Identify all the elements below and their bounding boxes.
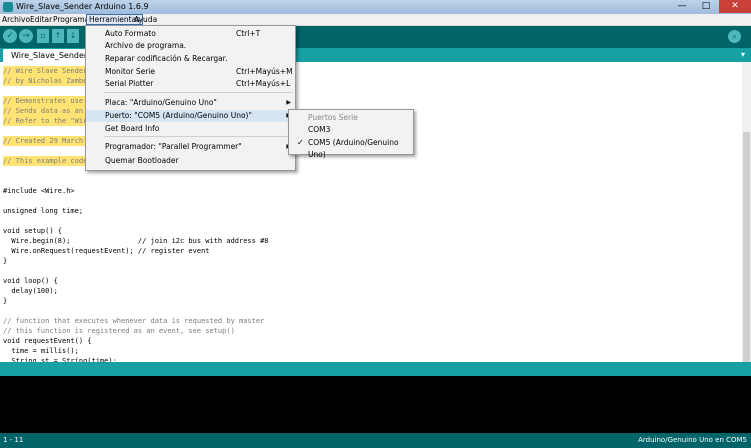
tools-menu-item-label: Serial Plotter	[105, 79, 154, 88]
menu-separator	[104, 136, 293, 137]
new-sketch-button[interactable]: ▫	[37, 29, 49, 43]
tools-menu-item[interactable]: Quemar Bootloader	[86, 155, 295, 167]
port-item-label: COM5 (Arduino/Genuino Uno)	[308, 138, 399, 159]
vertical-scrollbar[interactable]	[742, 62, 751, 414]
verify-button[interactable]: ✓	[3, 29, 17, 43]
save-sketch-button[interactable]: ↓	[67, 29, 79, 43]
status-bar: 1 - 11 Arduino/Genuino Uno en COM5	[0, 433, 751, 448]
tools-menu-item[interactable]: Archivo de programa.	[86, 40, 295, 52]
tools-menu-item-label: Archivo de programa.	[105, 41, 187, 50]
board-port-indicator: Arduino/Genuino Uno en COM5	[638, 436, 747, 444]
code-line: // by Nicholas Zambe	[3, 76, 85, 86]
port-item-com5[interactable]: ✓ COM5 (Arduino/Genuino Uno)	[289, 137, 413, 159]
tools-menu-item-label: Reparar codificación & Recargar.	[105, 54, 228, 63]
arduino-app-icon	[3, 2, 13, 12]
code-line: // Sends data as an	[3, 106, 85, 116]
code-line: // Refer to the "Wir	[3, 116, 85, 126]
tools-menu-shortcut: Ctrl+Mayús+M	[236, 67, 293, 76]
tools-menu-item[interactable]: Serial Plotter Ctrl+Mayús+L	[86, 78, 295, 90]
tools-menu-item-label: Programador: "Parallel Programmer"	[105, 142, 242, 151]
tools-menu-shortcut: Ctrl+T	[236, 29, 261, 38]
code-line: #include <Wire.h>	[3, 187, 75, 195]
code-line: void setup() {	[3, 227, 63, 235]
menu-separator	[104, 92, 293, 93]
tools-menu-item-label: Get Board Info	[105, 124, 160, 133]
code-line: }	[3, 297, 8, 305]
code-line: // Demonstrates use	[3, 96, 85, 106]
submenu-arrow-icon: ▶	[286, 99, 291, 106]
code-line: }	[3, 257, 8, 265]
minimize-button[interactable]: —	[671, 0, 693, 13]
tools-menu-item[interactable]: Puerto: "COM5 (Arduino/Genuino Uno)"▶	[86, 110, 295, 122]
code-line: // Wire Slave Sender	[3, 66, 85, 76]
title-bar: Wire_Slave_Sender Arduino 1.6.9 — □ ✕	[0, 0, 751, 14]
tools-menu-item-label: Placa: "Arduino/Genuino Uno"	[105, 98, 217, 107]
tools-menu-item[interactable]: Reparar codificación & Recargar.	[86, 53, 295, 65]
tab-menu-arrow-icon[interactable]: ▾	[741, 50, 745, 59]
line-number-indicator: 1 - 11	[3, 436, 24, 444]
code-line: delay(100);	[3, 287, 58, 295]
maximize-button[interactable]: □	[695, 0, 717, 13]
tools-menu-item[interactable]: Get Board Info	[86, 123, 295, 135]
tools-menu-item[interactable]: Monitor Serie Ctrl+Mayús+M	[86, 66, 295, 78]
herramientas-dropdown: Auto Formato Ctrl+T Archivo de programa. Re…	[85, 25, 296, 171]
code-line: // Created 29 March	[3, 136, 85, 146]
open-sketch-button[interactable]: ↑	[52, 29, 64, 43]
tools-menu-item[interactable]: Auto Formato Ctrl+T	[86, 28, 295, 40]
port-header-label: Puertos Serie	[308, 113, 358, 122]
code-line: // this function is registered as an eve…	[3, 327, 235, 335]
code-line: void requestEvent() {	[3, 337, 92, 345]
serial-monitor-button[interactable]: ⌕	[728, 30, 741, 43]
tools-menu-item[interactable]: Programador: "Parallel Programmer"▶	[86, 141, 295, 153]
menu-ayuda[interactable]: Ayuda	[132, 14, 159, 25]
code-line: Wire.begin(8); // join i2c bus with addr…	[3, 237, 269, 245]
tools-menu-item-label: Monitor Serie	[105, 67, 156, 76]
check-icon: ✓	[297, 138, 304, 147]
tools-menu-item-label: Quemar Bootloader	[105, 156, 179, 165]
tab-wire-slave-sender[interactable]: Wire_Slave_Sender	[3, 49, 96, 62]
message-area	[0, 362, 751, 376]
code-line: Wire.onRequest(requestEvent); // registe…	[3, 247, 210, 255]
puerto-submenu: Puertos Serie COM3 ✓ COM5 (Arduino/Genui…	[288, 109, 414, 159]
close-button[interactable]: ✕	[719, 0, 751, 13]
tools-menu-shortcut: Ctrl+Mayús+L	[236, 79, 291, 88]
code-line: void loop() {	[3, 277, 58, 285]
port-header: Puertos Serie	[289, 112, 413, 124]
code-line: // function that executes whenever data …	[3, 317, 265, 325]
console-output	[0, 376, 751, 433]
code-line: time = millis();	[3, 347, 79, 355]
port-item-label: COM3	[308, 125, 331, 134]
tools-menu-item-label: Puerto: "COM5 (Arduino/Genuino Uno)"	[105, 111, 252, 120]
code-line: unsigned long time;	[3, 207, 84, 215]
upload-button[interactable]: →	[19, 29, 33, 43]
tools-menu-item[interactable]: Placa: "Arduino/Genuino Uno" ▶	[86, 97, 295, 109]
window-title: Wire_Slave_Sender Arduino 1.6.9	[16, 2, 149, 11]
code-line: // This example code	[3, 156, 85, 166]
port-item-com3[interactable]: COM3	[289, 124, 413, 136]
tools-menu-item-label: Auto Formato	[105, 29, 156, 38]
